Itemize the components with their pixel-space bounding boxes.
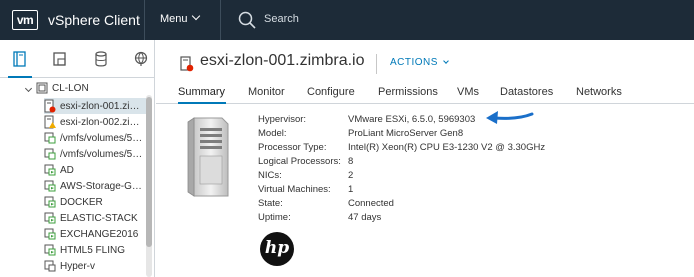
- app-title[interactable]: vSphere Client: [48, 12, 140, 28]
- detail-label: Model:: [258, 128, 287, 139]
- tree-item-vm[interactable]: HTML5 FLING: [44, 242, 146, 258]
- search-input[interactable]: Search: [264, 13, 299, 25]
- tree-item-label: /vmfs/volumes/5…: [60, 148, 143, 160]
- tree-item-label: ELASTIC-STACK: [60, 212, 138, 224]
- vm-icon: [44, 228, 56, 240]
- object-summary-panel: esxi-zlon-001.zimbra.io ACTIONS Summary …: [156, 40, 694, 277]
- menu-label: Menu: [160, 13, 188, 25]
- tab-datastores[interactable]: Datastores: [500, 86, 553, 98]
- host-error-icon: [44, 99, 56, 113]
- topbar-divider: [220, 0, 221, 40]
- tab-networks[interactable]: Networks: [576, 86, 622, 98]
- detail-label: Uptime:: [258, 212, 291, 223]
- detail-value: Intel(R) Xeon(R) CPU E3-1230 V2 @ 3.30GH…: [348, 142, 546, 153]
- vm-icon: [44, 180, 56, 192]
- detail-value: Connected: [348, 198, 394, 209]
- tree-item-vm[interactable]: DOCKER: [44, 194, 146, 210]
- host-warning-icon: [44, 115, 56, 129]
- tab-permissions[interactable]: Permissions: [378, 86, 438, 98]
- tree-item-vm[interactable]: ELASTIC-STACK: [44, 210, 146, 226]
- server-icon: [187, 117, 229, 197]
- vm-icon: [44, 164, 56, 176]
- inventory-sidebar: CL-LON esxi-zlon-001.zi… esxi-zlon-002.z…: [0, 40, 155, 277]
- active-tab-indicator: [178, 102, 226, 104]
- chevron-down-icon: [191, 11, 200, 21]
- tree-item-label: EXCHANGE2016: [60, 228, 139, 240]
- tree-item-host-selected[interactable]: esxi-zlon-001.zi…: [44, 98, 146, 114]
- storage-tab-icon[interactable]: [93, 51, 109, 67]
- tree-item-label: /vmfs/volumes/5…: [60, 132, 143, 144]
- detail-value: 8: [348, 156, 354, 167]
- tab-bar: Summary Monitor Configure Permissions VM…: [156, 80, 694, 104]
- chevron-down-icon: [443, 58, 450, 64]
- vm-icon: [44, 132, 56, 144]
- detail-label: Processor Type:: [258, 142, 327, 153]
- tree-item-label: Hyper-v: [60, 260, 96, 272]
- detail-label: Hypervisor:: [258, 114, 307, 125]
- tree-item-host[interactable]: esxi-zlon-002.zi…: [44, 114, 146, 130]
- tree-item-vm[interactable]: /vmfs/volumes/5…: [44, 146, 146, 162]
- vm-icon: [44, 196, 56, 208]
- tree-item-label: HTML5 FLING: [60, 244, 126, 256]
- tab-configure[interactable]: Configure: [307, 86, 355, 98]
- tree-item-label: CL-LON: [52, 82, 89, 94]
- tree-item-vm[interactable]: AD: [44, 162, 146, 178]
- title-divider: [376, 54, 377, 74]
- tree-item-vm[interactable]: EXCHANGE2016: [44, 226, 146, 242]
- vms-templates-tab-icon[interactable]: [52, 51, 68, 67]
- detail-label: NICs:: [258, 170, 282, 181]
- vm-icon: [44, 212, 56, 224]
- hp-logo: hp: [260, 232, 294, 266]
- detail-value: ProLiant MicroServer Gen8: [348, 128, 464, 139]
- menu-button[interactable]: Menu: [160, 11, 200, 25]
- topbar-divider: [144, 0, 145, 40]
- vm-icon: [44, 148, 56, 160]
- cluster-icon: [36, 82, 48, 94]
- detail-value: VMware ESXi, 6.5.0, 5969303: [348, 114, 476, 125]
- tree-item-vm[interactable]: Hyper-v: [44, 258, 146, 274]
- vmware-logo[interactable]: vm: [12, 10, 38, 30]
- sidebar-scrollbar-thumb[interactable]: [146, 97, 152, 247]
- tree-item-label: esxi-zlon-002.zi…: [60, 116, 140, 128]
- chevron-down-icon[interactable]: [24, 84, 33, 93]
- host-error-icon: [180, 56, 194, 72]
- tree-item-label: esxi-zlon-001.zi…: [60, 100, 140, 112]
- tab-summary[interactable]: Summary: [178, 86, 225, 98]
- actions-button[interactable]: ACTIONS: [390, 57, 450, 68]
- tree-item-label: AD: [60, 164, 74, 176]
- page-title: esxi-zlon-001.zimbra.io: [200, 52, 365, 69]
- vm-icon: [44, 244, 56, 256]
- actions-label: ACTIONS: [390, 57, 438, 68]
- networking-tab-icon[interactable]: [133, 51, 149, 67]
- vm-icon: [44, 260, 56, 272]
- tree-item-vm[interactable]: AWS-Storage-G…: [44, 178, 146, 194]
- detail-label: Logical Processors:: [258, 156, 341, 167]
- detail-value: 47 days: [348, 212, 382, 223]
- search-icon[interactable]: [238, 11, 256, 29]
- tree-item-vm[interactable]: /vmfs/volumes/5…: [44, 130, 146, 146]
- tree-item-cluster[interactable]: CL-LON: [36, 80, 146, 96]
- top-navigation-bar: vm vSphere Client Menu Search: [0, 0, 694, 40]
- annotation-arrow-icon: [486, 111, 534, 124]
- hosts-clusters-tab-icon[interactable]: [12, 51, 28, 67]
- sidebar-tabs: [0, 40, 155, 78]
- detail-value: 1: [348, 184, 354, 195]
- detail-label: Virtual Machines:: [258, 184, 331, 195]
- detail-label: State:: [258, 198, 283, 209]
- active-tab-indicator: [8, 76, 32, 78]
- tab-monitor[interactable]: Monitor: [248, 86, 285, 98]
- tree-item-label: AWS-Storage-G…: [60, 180, 142, 192]
- detail-value: 2: [348, 170, 354, 181]
- tab-vms[interactable]: VMs: [457, 86, 479, 98]
- tree-item-label: DOCKER: [60, 196, 103, 208]
